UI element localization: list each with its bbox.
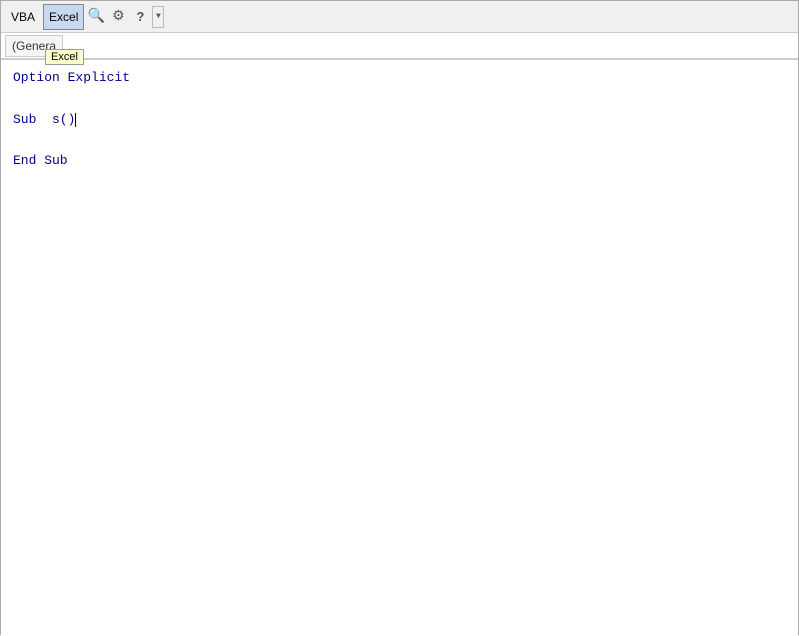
gear-icon[interactable]: ⚙ [108, 7, 128, 27]
code-line-3: Sub s() [13, 110, 786, 131]
breadcrumb-bar: (Genera [1, 33, 798, 59]
code-line-1: Option Explicit [13, 68, 786, 89]
help-icon[interactable]: ? [130, 7, 150, 27]
dropdown-arrow-icon[interactable]: ▼ [152, 6, 164, 28]
code-line-5: End Sub [13, 151, 786, 172]
vba-button[interactable]: VBA [5, 4, 41, 30]
excel-tooltip: Excel [45, 49, 84, 65]
code-editor[interactable]: Option Explicit Sub s() End Sub [1, 59, 798, 636]
toolbar: VBA Excel 🔍 ⚙ ? ▼ [1, 1, 798, 33]
code-line-2 [13, 89, 786, 110]
search-icon[interactable]: 🔍 [86, 7, 106, 27]
excel-button[interactable]: Excel [43, 4, 84, 30]
text-cursor [75, 113, 76, 127]
code-line-4 [13, 130, 786, 151]
